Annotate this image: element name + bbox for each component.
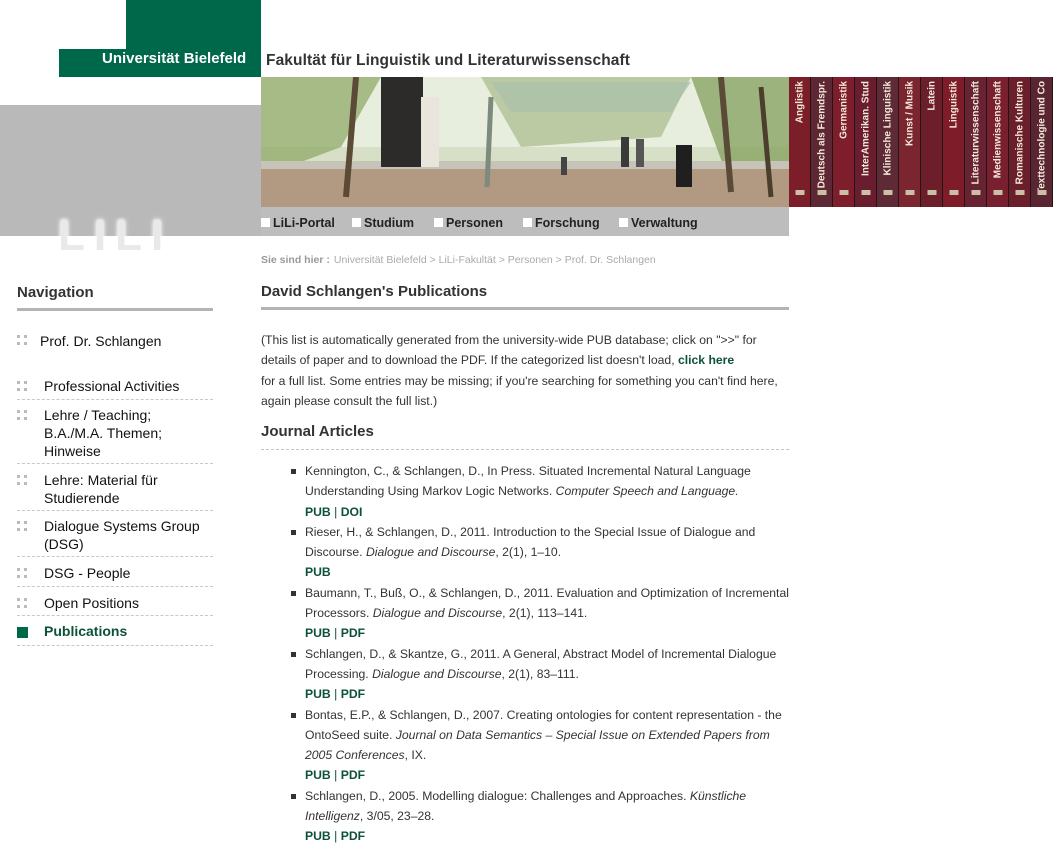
tab-verwaltung[interactable]: Verwaltung xyxy=(619,215,698,231)
square-bullet-icon xyxy=(434,218,443,227)
breadcrumb: Sie sind hier : Universität Bielefeld > L… xyxy=(261,253,656,267)
bullet-icon xyxy=(291,590,296,596)
dots-icon xyxy=(17,521,28,532)
breadcrumb-path[interactable]: Universität Bielefeld > LiLi-Fakultät > … xyxy=(334,254,656,266)
university-name[interactable]: Universität Bielefeld xyxy=(102,49,246,69)
publication-item: Kennington, C., & Schlangen, D., In Pres… xyxy=(288,461,790,522)
dots-icon xyxy=(17,381,28,392)
publication-item: Bontas, E.P., & Schlangen, D., 2007. Cre… xyxy=(288,705,790,786)
pub-link[interactable]: PUB xyxy=(305,626,331,640)
bullet-icon xyxy=(291,469,296,474)
lili-logo: LILI xyxy=(58,211,173,260)
title-divider xyxy=(261,307,789,310)
campus-photo xyxy=(261,77,789,207)
logo-notch xyxy=(59,0,126,49)
active-square-icon xyxy=(17,627,28,638)
square-bullet-icon xyxy=(619,218,628,227)
dots-icon xyxy=(17,598,28,609)
book-spine[interactable]: Latein xyxy=(921,77,943,207)
nav-item-dsg-people[interactable]: DSG - People xyxy=(17,564,213,587)
pub-link[interactable]: PUB xyxy=(305,687,331,701)
nav-item-professional-activities[interactable]: Professional Activities xyxy=(17,377,213,400)
pub-link[interactable]: PUB xyxy=(305,565,331,579)
bullet-icon xyxy=(291,712,296,718)
nav-item-open-positions[interactable]: Open Positions xyxy=(17,594,213,616)
nav-item-dsg[interactable]: Dialogue Systems Group (DSG) xyxy=(17,517,213,557)
book-spine[interactable]: Klinische Linguistik xyxy=(877,77,899,207)
dots-icon xyxy=(17,335,28,346)
book-spine[interactable]: Kunst / Musik xyxy=(899,77,921,207)
nav-item-lehre-teaching[interactable]: Lehre / Teaching; B.A./M.A. Themen; Hinw… xyxy=(17,406,213,464)
nav-item-publications[interactable]: Publications xyxy=(17,622,213,646)
pdf-link[interactable]: PDF xyxy=(341,626,365,640)
doi-link[interactable]: DOI xyxy=(341,505,363,519)
tab-personen[interactable]: Personen xyxy=(434,215,503,231)
faculty-title: Fakultät für Linguistik und Literaturwis… xyxy=(266,52,631,69)
section-title-journal: Journal Articles xyxy=(261,423,374,440)
full-list-link[interactable]: click here xyxy=(678,353,734,367)
nav-item-prof[interactable]: Prof. Dr. Schlangen xyxy=(17,331,213,355)
tab-lili-portal[interactable]: LiLi-Portal xyxy=(261,215,335,231)
nav-divider xyxy=(17,308,213,311)
dots-icon xyxy=(17,475,28,486)
book-spine[interactable]: InterAmerikan. Stud xyxy=(855,77,877,207)
square-bullet-icon xyxy=(261,218,270,227)
publication-item: Schlangen, D., 2005. Modelling dialogue:… xyxy=(288,786,790,847)
publication-item: Rieser, H., & Schlangen, D., 2011. Intro… xyxy=(288,522,790,583)
pdf-link[interactable]: PDF xyxy=(341,829,365,843)
pub-link[interactable]: PUB xyxy=(305,505,331,519)
bullet-icon xyxy=(291,529,296,535)
pub-link[interactable]: PUB xyxy=(305,829,331,843)
book-spine[interactable]: Deutsch als Fremdspr. xyxy=(811,77,833,207)
book-spine[interactable]: Romanische Kulturen xyxy=(1009,77,1031,207)
dots-icon xyxy=(17,568,28,579)
nav-item-lehre-material[interactable]: Lehre: Material für Studierende xyxy=(17,471,213,511)
square-bullet-icon xyxy=(523,218,532,227)
book-spine[interactable]: Texttechnologie und Co xyxy=(1031,77,1053,207)
intro-text: (This list is automatically generated fr… xyxy=(261,333,778,408)
bullet-icon xyxy=(291,793,296,799)
pdf-link[interactable]: PDF xyxy=(341,768,365,782)
page-title: David Schlangen's Publications xyxy=(261,283,488,300)
book-spine[interactable]: Germanistik xyxy=(833,77,855,207)
dots-icon xyxy=(17,410,28,421)
book-spine[interactable]: Anglistik xyxy=(789,77,811,207)
tab-forschung[interactable]: Forschung xyxy=(523,215,600,231)
nav-title: Navigation xyxy=(17,284,94,301)
section-divider xyxy=(261,449,789,450)
department-books: Anglistik Deutsch als Fremdspr. Germanis… xyxy=(789,77,1053,207)
tab-studium[interactable]: Studium xyxy=(352,215,414,231)
pdf-link[interactable]: PDF xyxy=(341,687,365,701)
square-bullet-icon xyxy=(352,218,361,227)
pub-link[interactable]: PUB xyxy=(305,768,331,782)
book-spine[interactable]: Medienwissenschaft xyxy=(987,77,1009,207)
bullet-icon xyxy=(291,651,296,657)
breadcrumb-label: Sie sind hier : xyxy=(261,254,330,266)
publication-list: Kennington, C., & Schlangen, D., In Pres… xyxy=(288,461,790,847)
main-tabs: LiLi-Portal Studium Personen Forschung V… xyxy=(261,207,789,236)
publication-item: Baumann, T., Buß, O., & Schlangen, D., 2… xyxy=(288,583,790,644)
book-spine[interactable]: Literaturwissenschaft xyxy=(965,77,987,207)
publication-item: Schlangen, D., & Skantze, G., 2011. A Ge… xyxy=(288,644,790,705)
book-spine[interactable]: Linguistik xyxy=(943,77,965,207)
